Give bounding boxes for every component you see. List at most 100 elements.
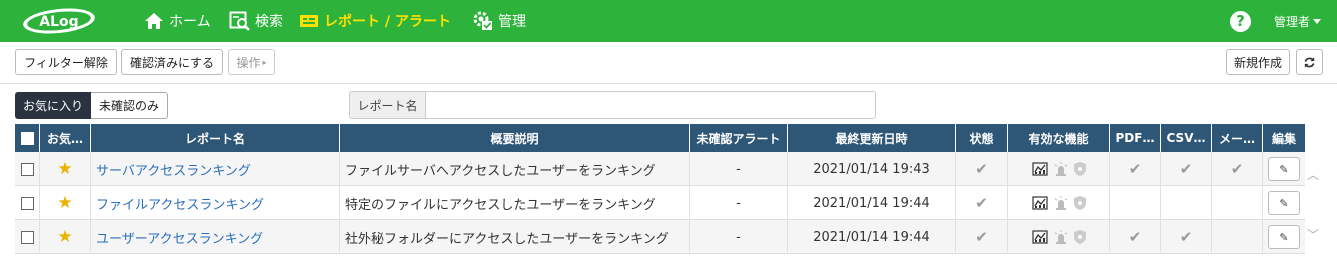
- mail-check-icon: [1212, 186, 1263, 220]
- nav-report-alert[interactable]: レポート / アラート: [298, 0, 451, 42]
- header-pdf[interactable]: PDF…: [1110, 124, 1161, 152]
- pdf-check-icon: ✔: [1110, 220, 1161, 254]
- select-all-checkbox[interactable]: [20, 131, 34, 145]
- favorite-cell: ★: [40, 152, 91, 186]
- header-last-updated[interactable]: 最終更新日時: [788, 124, 956, 152]
- report-name-cell: ユーザーアクセスランキング: [91, 220, 340, 254]
- alog-logo[interactable]: ALog: [21, 7, 97, 35]
- caret-down-icon: [1313, 18, 1322, 24]
- scroll-down-icon[interactable]: ﹀: [1307, 226, 1319, 243]
- chart-feature-icon: [1031, 230, 1048, 244]
- header-status[interactable]: 状態: [956, 124, 1008, 152]
- select-all-header: [15, 124, 40, 152]
- report-alert-icon: [300, 15, 318, 27]
- pencil-icon: ✎: [1279, 162, 1289, 176]
- updated-cell: 2021/01/14 19:44: [788, 186, 956, 220]
- summary-cell: 特定のファイルにアクセスしたユーザーをランキング: [340, 186, 690, 220]
- shield-feature-icon: [1073, 196, 1086, 210]
- row-checkbox-cell: [15, 220, 40, 254]
- table-row[interactable]: ★ サーバアクセスランキング ファイルサーバへアクセスしたユーザーをランキング …: [15, 152, 1305, 186]
- refresh-icon: [1304, 56, 1315, 68]
- favorite-star-icon[interactable]: ★: [57, 227, 72, 247]
- csv-check-icon: [1161, 186, 1212, 220]
- search-icon: [229, 11, 250, 31]
- scroll-up-icon[interactable]: ︿: [1307, 166, 1319, 183]
- shield-feature-icon: [1073, 230, 1086, 244]
- nav-home[interactable]: ホーム: [143, 0, 211, 42]
- user-menu-label: 管理者: [1274, 14, 1311, 29]
- status-check-icon: ✔: [956, 186, 1008, 220]
- row-checkbox-cell: [15, 186, 40, 220]
- top-navigation-bar: ALog ホーム 検索 レポート / アラート 管理 ? 管理者: [0, 0, 1337, 42]
- header-edit: 編集: [1271, 131, 1296, 146]
- edit-button[interactable]: ✎: [1268, 157, 1300, 181]
- favorite-star-icon[interactable]: ★: [57, 159, 72, 179]
- features-cell: [1008, 152, 1110, 186]
- report-name-cell: サーバアクセスランキング: [91, 152, 340, 186]
- unconfirmed-filter-toggle[interactable]: 未確認のみ: [91, 92, 168, 119]
- header-unconfirmed-alerts[interactable]: 未確認アラート: [690, 124, 788, 152]
- help-icon[interactable]: ?: [1230, 11, 1251, 32]
- table-header: お気… レポート名 概要説明 未確認アラート 最終更新日時 状態 有効な機能 P…: [15, 124, 1305, 152]
- report-name-link[interactable]: ファイルアクセスランキング: [96, 194, 264, 213]
- edit-cell: ✎: [1263, 152, 1305, 186]
- favorite-star-icon[interactable]: ★: [57, 193, 72, 213]
- unconfirmed-cell: -: [690, 152, 788, 186]
- new-report-button[interactable]: 新規作成: [1226, 49, 1290, 75]
- header-mail[interactable]: メー…: [1212, 124, 1263, 152]
- nav-search[interactable]: 検索: [229, 0, 283, 42]
- report-name-link[interactable]: ユーザーアクセスランキング: [96, 228, 263, 247]
- nav-search-label: 検索: [255, 14, 283, 30]
- header-summary[interactable]: 概要説明: [340, 124, 690, 152]
- nav-manage-label: 管理: [498, 14, 526, 30]
- row-checkbox[interactable]: [20, 196, 34, 210]
- nav-home-label: ホーム: [169, 14, 211, 30]
- table-row[interactable]: ★ ユーザーアクセスランキング 社外秘フォルダーにアクセスしたユーザーをランキン…: [15, 220, 1305, 254]
- user-menu[interactable]: 管理者: [1274, 0, 1322, 42]
- unconfirmed-cell: -: [690, 220, 788, 254]
- edit-button[interactable]: ✎: [1268, 225, 1300, 249]
- header-report-name[interactable]: レポート名: [91, 124, 340, 152]
- nav-manage[interactable]: 管理: [472, 0, 526, 42]
- alert-siren-icon: [1054, 230, 1067, 244]
- table-row[interactable]: ★ ファイルアクセスランキング 特定のファイルにアクセスしたユーザーをランキング…: [15, 186, 1305, 220]
- operations-dropdown-button[interactable]: 操作 ▸: [228, 49, 275, 75]
- header-favorite[interactable]: お気…: [40, 124, 91, 152]
- csv-check-icon: ✔: [1161, 220, 1212, 254]
- report-name-cell: ファイルアクセスランキング: [91, 186, 340, 220]
- favorite-cell: ★: [40, 186, 91, 220]
- updated-cell: 2021/01/14 19:44: [788, 220, 956, 254]
- summary-cell: 社外秘フォルダーにアクセスしたユーザーをランキング: [340, 220, 690, 254]
- clear-filter-button[interactable]: フィルター解除: [15, 49, 117, 75]
- alert-siren-icon: [1054, 196, 1067, 210]
- row-checkbox[interactable]: [20, 162, 34, 176]
- pdf-check-icon: [1110, 186, 1161, 220]
- status-check-icon: ✔: [956, 220, 1008, 254]
- features-cell: [1008, 186, 1110, 220]
- unconfirmed-cell: -: [690, 186, 788, 220]
- edit-button[interactable]: ✎: [1268, 191, 1300, 215]
- mail-check-icon: ✔: [1212, 152, 1263, 186]
- chart-feature-icon: [1031, 162, 1048, 176]
- pdf-check-icon: ✔: [1110, 152, 1161, 186]
- mark-confirmed-button[interactable]: 確認済みにする: [121, 49, 223, 75]
- report-name-search-input[interactable]: [425, 91, 876, 119]
- home-icon: [145, 13, 163, 29]
- header-features[interactable]: 有効な機能: [1008, 124, 1110, 152]
- nav-report-alert-label: レポート / アラート: [324, 14, 451, 30]
- csv-check-icon: ✔: [1161, 152, 1212, 186]
- row-checkbox[interactable]: [20, 230, 34, 244]
- manage-gear-icon: [473, 11, 492, 30]
- caret-right-icon: ▸: [262, 57, 267, 67]
- favorites-filter-toggle[interactable]: お気に入り: [15, 92, 91, 119]
- row-checkbox-cell: [15, 152, 40, 186]
- report-name-link[interactable]: サーバアクセスランキング: [96, 160, 251, 179]
- edit-cell: ✎: [1263, 186, 1305, 220]
- header-csv[interactable]: CSV…: [1161, 124, 1212, 152]
- pencil-icon: ✎: [1279, 196, 1289, 210]
- refresh-button[interactable]: [1296, 49, 1323, 75]
- edit-cell: ✎: [1263, 220, 1305, 254]
- mail-check-icon: [1212, 220, 1263, 254]
- alert-siren-icon: [1054, 162, 1067, 176]
- chart-feature-icon: [1031, 196, 1048, 210]
